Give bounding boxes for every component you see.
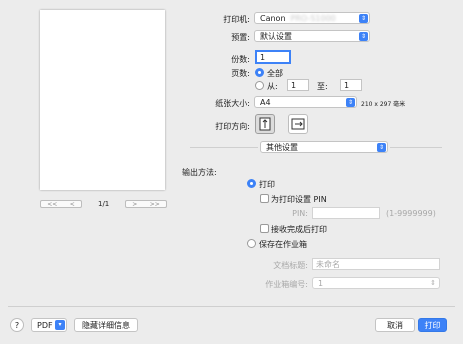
chevron-updown-icon: ⇕ — [430, 279, 436, 287]
mailbox-number-popup[interactable]: 1 ⇕ — [312, 277, 440, 289]
paper-dimensions: 210 x 297 毫米 — [361, 101, 406, 108]
paper-size-label: 纸张大小: — [215, 99, 250, 108]
landscape-icon — [291, 118, 305, 130]
pages-all-radio[interactable] — [255, 68, 264, 77]
next-page-button[interactable]: > — [132, 201, 137, 208]
print-after-receive-label: 接收完成后打印 — [271, 225, 327, 234]
presets-label: 预置: — [231, 33, 250, 42]
preview-first-prev-buttons[interactable]: << < — [40, 200, 82, 208]
output-print-label: 打印 — [259, 180, 275, 189]
save-mailbox-label: 保存在作业箱 — [259, 240, 307, 249]
last-page-button[interactable]: >> — [150, 201, 160, 208]
pdf-menu-button[interactable]: PDF ▾ — [31, 318, 67, 332]
save-mailbox-radio[interactable] — [247, 239, 256, 248]
first-page-button[interactable]: << — [47, 201, 57, 208]
pages-to-label: 至: — [317, 82, 328, 91]
chevron-updown-icon: ⇕ — [359, 32, 368, 41]
presets-value: 默认设置 — [260, 31, 292, 41]
printer-model-blurred: PRO-S1000 — [290, 13, 336, 23]
print-button[interactable]: 打印 — [418, 318, 447, 332]
section-popup[interactable]: 其他设置 ⇕ — [260, 141, 388, 153]
output-print-radio[interactable] — [247, 179, 256, 188]
pages-label: 页数: — [231, 69, 250, 78]
pin-range: (1-9999999) — [386, 209, 436, 218]
help-button[interactable]: ? — [10, 318, 24, 332]
doc-title-input[interactable]: 未命名 — [312, 258, 440, 270]
print-after-receive-checkbox[interactable] — [260, 224, 269, 233]
mailbox-number-label: 作业箱编号: — [265, 280, 308, 289]
printer-value: Canon — [260, 13, 286, 23]
presets-popup[interactable]: 默认设置 ⇕ — [254, 30, 370, 42]
copies-label: 份数: — [231, 55, 250, 64]
hide-details-button[interactable]: 隐藏详细信息 — [74, 318, 138, 332]
chevron-down-icon: ▾ — [55, 320, 65, 330]
prev-page-button[interactable]: < — [70, 201, 75, 208]
chevron-updown-icon: ⇕ — [359, 14, 368, 23]
paper-size-popup[interactable]: A4 ⇕ — [254, 96, 357, 108]
section-divider-left — [190, 147, 258, 148]
chevron-updown-icon: ⇕ — [377, 143, 386, 152]
portrait-button[interactable] — [255, 114, 275, 134]
portrait-icon — [259, 117, 271, 131]
pages-all-label: 全部 — [267, 69, 283, 78]
paper-size-value: A4 — [260, 97, 271, 107]
pages-to-input[interactable]: 1 — [340, 79, 362, 91]
output-method-label: 输出方法: — [182, 168, 217, 177]
pin-input[interactable] — [312, 207, 380, 219]
landscape-button[interactable] — [288, 114, 308, 134]
mailbox-number-value: 1 — [318, 278, 324, 288]
set-pin-label: 为打印设置 PIN — [271, 195, 327, 204]
pages-from-input[interactable]: 1 — [287, 79, 309, 91]
preview-next-last-buttons[interactable]: > >> — [125, 200, 167, 208]
pdf-label: PDF — [37, 320, 53, 330]
copies-input[interactable]: 1 — [255, 50, 291, 64]
chevron-updown-icon: ⇕ — [346, 98, 355, 107]
pages-from-label: 从: — [267, 82, 278, 91]
pin-label: PIN: — [292, 209, 308, 218]
printer-label: 打印机: — [223, 15, 250, 24]
set-pin-checkbox[interactable] — [260, 194, 269, 203]
doc-title-label: 文档标题: — [273, 261, 308, 270]
section-divider-right — [390, 147, 442, 148]
cancel-button[interactable]: 取消 — [375, 318, 415, 332]
page-indicator: 1/1 — [98, 200, 110, 208]
orientation-label: 打印方向: — [215, 122, 250, 131]
section-value: 其他设置 — [266, 142, 298, 152]
printer-popup[interactable]: Canon PRO-S1000 ⇕ — [254, 12, 370, 24]
pages-from-radio[interactable] — [255, 81, 264, 90]
print-preview — [40, 10, 165, 190]
footer-divider — [8, 306, 455, 307]
